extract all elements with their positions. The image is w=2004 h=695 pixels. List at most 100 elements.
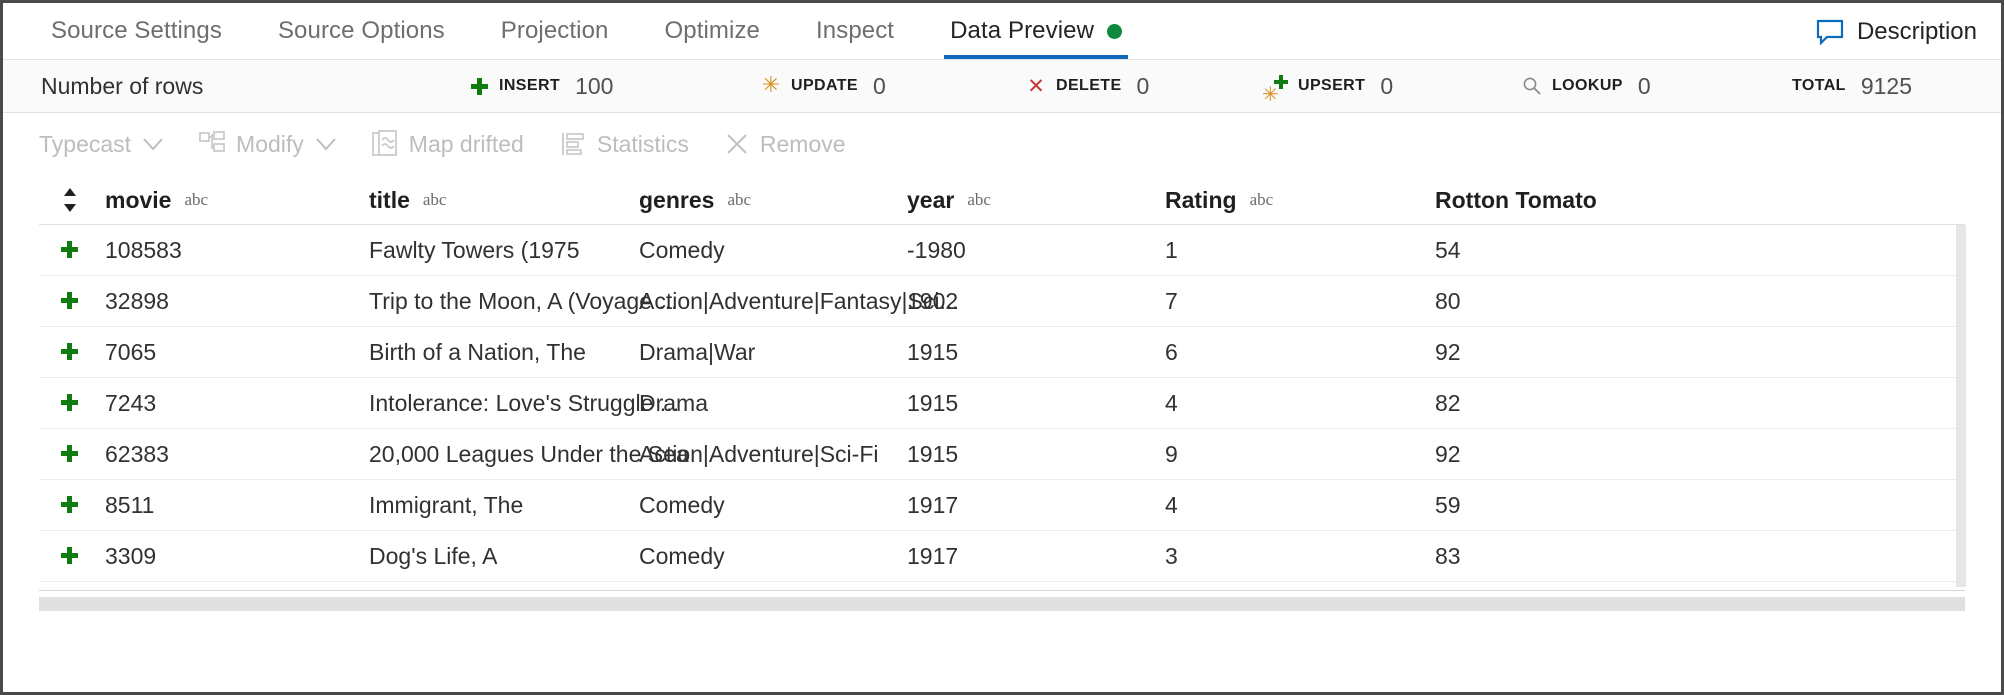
- stat-label: DELETE: [1056, 77, 1122, 95]
- table-row[interactable]: 7065 Birth of a Nation, The Drama|War 19…: [39, 327, 1965, 378]
- column-name: genres: [639, 187, 714, 214]
- data-preview-panel: Source Settings Source Options Projectio…: [0, 0, 2004, 695]
- chevron-down-icon: [316, 138, 336, 151]
- tab-data-preview[interactable]: Data Preview: [922, 3, 1150, 59]
- number-of-rows-label: Number of rows: [41, 73, 203, 100]
- cell-genres: Drama|War: [639, 327, 755, 378]
- table-row[interactable]: 62383 20,000 Leagues Under the Sea Actio…: [39, 429, 1965, 480]
- cell-year: 1915: [907, 378, 958, 429]
- cell-title: Intolerance: Love's Struggle ...: [369, 378, 679, 429]
- modify-button[interactable]: Modify: [199, 131, 336, 158]
- stat-upsert: ✳ UPSERT 0: [1261, 73, 1393, 100]
- asterisk-icon: ✳: [760, 75, 782, 97]
- chevron-down-icon: [143, 138, 163, 151]
- cell-year: 1915: [907, 327, 958, 378]
- tab-label: Optimize: [665, 17, 761, 45]
- cell-title: Trip to the Moon, A (Voyage ...: [369, 276, 678, 327]
- cell-year: 1915: [907, 429, 958, 480]
- statistics-icon: [560, 131, 586, 157]
- column-name: movie: [105, 187, 171, 214]
- cell-movie: 32898: [105, 276, 169, 327]
- cell-genres: Comedy: [639, 531, 725, 582]
- insert-marker-icon: [61, 496, 78, 513]
- insert-marker-icon: [61, 394, 78, 411]
- tab-label: Source Options: [278, 17, 445, 45]
- row-counts-bar: Number of rows INSERT 100 ✳ UPDATE 0 ✕ D…: [3, 60, 2001, 113]
- table-row[interactable]: 7243 Intolerance: Love's Struggle ... Dr…: [39, 378, 1965, 429]
- cell-genres: Action|Adventure|Sci-Fi: [639, 429, 879, 480]
- tab-source-options[interactable]: Source Options: [250, 3, 473, 59]
- tab-source-settings[interactable]: Source Settings: [23, 3, 250, 59]
- table-row[interactable]: 8511 Immigrant, The Comedy 1917 4 59: [39, 480, 1965, 531]
- cell-year: 1917: [907, 480, 958, 531]
- cell-rotton: 54: [1435, 225, 1461, 276]
- stat-update: ✳ UPDATE 0: [760, 73, 886, 100]
- grid-bottom-divider: [39, 590, 1965, 591]
- hierarchy-icon: [199, 131, 225, 157]
- cell-title: Fawlty Towers (1975: [369, 225, 580, 276]
- stat-label: INSERT: [499, 77, 560, 95]
- column-type: abc: [423, 190, 447, 210]
- column-header-movie[interactable]: movie abc: [105, 175, 208, 225]
- cell-year: 1917: [907, 531, 958, 582]
- typecast-label: Typecast: [39, 131, 131, 158]
- tab-projection[interactable]: Projection: [473, 3, 637, 59]
- cell-year: -1980: [907, 225, 966, 276]
- sort-icon[interactable]: [61, 187, 79, 213]
- stat-value: 0: [873, 73, 886, 100]
- tab-optimize[interactable]: Optimize: [637, 3, 789, 59]
- close-icon: [725, 132, 749, 156]
- cell-movie: 7065: [105, 327, 156, 378]
- statistics-button[interactable]: Statistics: [560, 131, 689, 158]
- cell-title: Immigrant, The: [369, 480, 523, 531]
- column-header-year[interactable]: year abc: [907, 175, 991, 225]
- stat-value: 0: [1638, 73, 1651, 100]
- cell-rating: 1: [1165, 225, 1178, 276]
- x-icon: ✕: [1025, 75, 1047, 97]
- vertical-scrollbar[interactable]: [1956, 225, 1966, 587]
- typecast-button[interactable]: Typecast: [39, 131, 163, 158]
- map-drifted-button[interactable]: Map drifted: [372, 130, 524, 158]
- table-row[interactable]: 108583 Fawlty Towers (1975 Comedy -1980 …: [39, 225, 1965, 276]
- cell-genres: Comedy: [639, 225, 725, 276]
- plus-icon: [468, 75, 490, 97]
- cell-movie: 108583: [105, 225, 182, 276]
- column-name: Rating: [1165, 187, 1237, 214]
- stat-label: UPDATE: [791, 77, 858, 95]
- modify-label: Modify: [236, 131, 304, 158]
- description-button[interactable]: Description: [1816, 3, 1979, 60]
- horizontal-scrollbar[interactable]: [39, 597, 1965, 611]
- cell-movie: 7243: [105, 378, 156, 429]
- cell-rating: 7: [1165, 276, 1178, 327]
- cell-rotton: 83: [1435, 531, 1461, 582]
- column-type: abc: [967, 190, 991, 210]
- grid-header-row: movie abc title abc genres abc year abc …: [39, 175, 1965, 225]
- table-row[interactable]: 32898 Trip to the Moon, A (Voyage ... Ac…: [39, 276, 1965, 327]
- description-label: Description: [1857, 18, 1977, 46]
- cell-movie: 62383: [105, 429, 169, 480]
- map-drifted-icon: [372, 130, 398, 158]
- cell-rating: 3: [1165, 531, 1178, 582]
- column-header-rating[interactable]: Rating abc: [1165, 175, 1273, 225]
- stat-insert: INSERT 100: [468, 73, 613, 100]
- column-header-rotton-tomato[interactable]: Rotton Tomato: [1435, 175, 1597, 225]
- stat-value: 100: [575, 73, 613, 100]
- column-name: Rotton Tomato: [1435, 187, 1597, 214]
- stat-label: LOOKUP: [1552, 77, 1623, 95]
- insert-marker-icon: [61, 292, 78, 309]
- stat-value: 0: [1137, 73, 1150, 100]
- table-row[interactable]: 3309 Dog's Life, A Comedy 1917 3 83: [39, 531, 1965, 582]
- column-header-genres[interactable]: genres abc: [639, 175, 751, 225]
- cell-rating: 9: [1165, 429, 1178, 480]
- column-header-title[interactable]: title abc: [369, 175, 446, 225]
- insert-marker-icon: [61, 445, 78, 462]
- tab-inspect[interactable]: Inspect: [788, 3, 922, 59]
- cell-rotton: 59: [1435, 480, 1461, 531]
- insert-marker-icon: [61, 547, 78, 564]
- cell-year: 1902: [907, 276, 958, 327]
- stat-label: UPSERT: [1298, 77, 1365, 95]
- remove-button[interactable]: Remove: [725, 131, 846, 158]
- insert-marker-icon: [61, 241, 78, 258]
- tab-label: Data Preview: [950, 17, 1094, 45]
- cell-movie: 3309: [105, 531, 156, 582]
